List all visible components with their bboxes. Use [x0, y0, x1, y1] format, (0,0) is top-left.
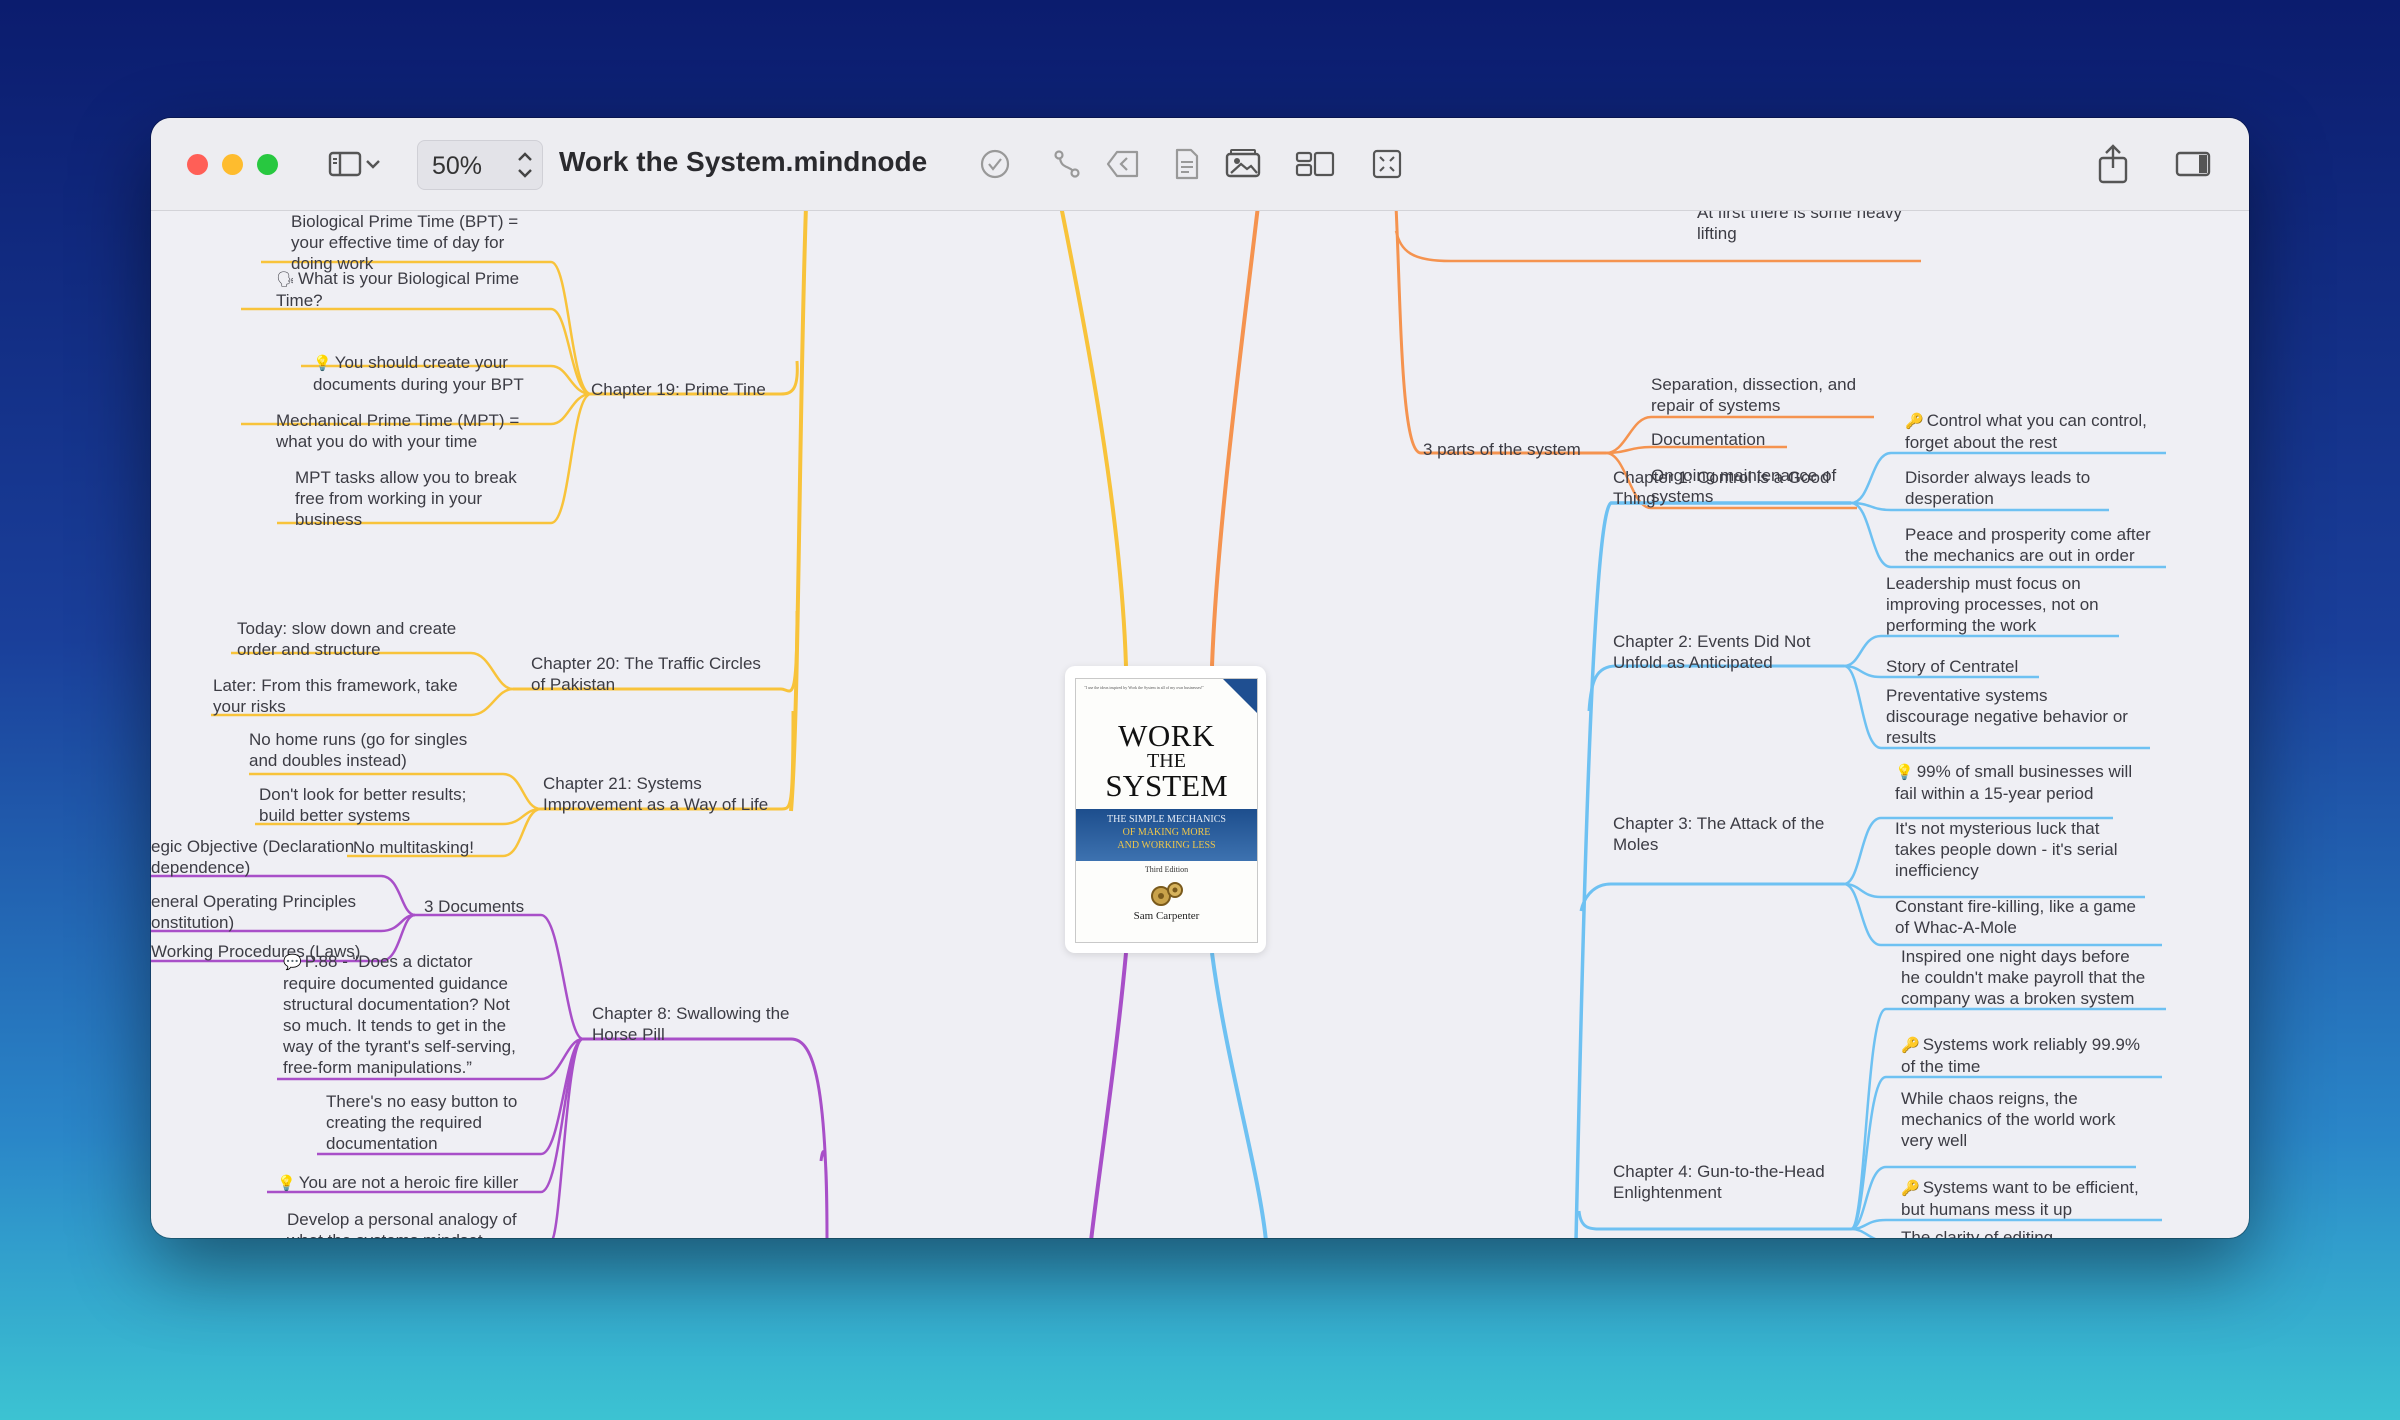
cover-subtitle-line-3: AND WORKING LESS [1117, 840, 1216, 851]
cover-subtitle-line-2: OF MAKING MORE [1122, 827, 1211, 838]
node-peace-prosperity[interactable]: Peace and prosperity come after the mech… [1905, 524, 2151, 566]
node-mpt-definition[interactable]: Mechanical Prime Time (MPT) = what you d… [276, 410, 519, 452]
central-node[interactable]: "I use the ideas inspired by Work the Sy… [1065, 666, 1266, 953]
node-chaos-reigns[interactable]: While chaos reigns, the mechanics of the… [1901, 1088, 2115, 1151]
node-chapter-19[interactable]: Chapter 19: Prime Tine [591, 379, 766, 400]
key-icon: 🔑 [1901, 1036, 1920, 1054]
book-cover-image: "I use the ideas inspired by Work the Sy… [1075, 678, 1258, 943]
checkmark-circle-icon[interactable] [973, 144, 1017, 184]
cover-subtitle-line-1: THE SIMPLE MECHANICS [1107, 814, 1226, 825]
focus-icon[interactable] [1365, 144, 1409, 184]
node-preventative-systems[interactable]: Preventative systems discourage negative… [1886, 685, 2128, 748]
speech-bubble-icon: 💬 [283, 953, 302, 971]
share-icon[interactable] [2091, 144, 2135, 184]
cover-author: Sam Carpenter [1133, 910, 1200, 922]
key-icon: 🔑 [1901, 1179, 1920, 1197]
toolbar: 50% Work the System.mindnode [151, 118, 2249, 211]
mindmap-canvas[interactable]: "I use the ideas inspired by Work the Sy… [151, 211, 2249, 1238]
node-disorder[interactable]: Disorder always leads to desperation [1905, 467, 2090, 509]
node-systems-reliable[interactable]: 🔑 Systems work reliably 99.9% of the time [1901, 1034, 2140, 1077]
chevron-down-icon[interactable] [361, 144, 385, 184]
lightbulb-icon: 💡 [1895, 763, 1914, 781]
node-99-percent[interactable]: 💡 99% of small businesses will fail withi… [1895, 761, 2132, 804]
cover-title-line-1: WORK [1118, 718, 1215, 753]
node-centratel[interactable]: Story of Centratel [1886, 656, 2018, 677]
node-leadership[interactable]: Leadership must focus on improving proce… [1886, 573, 2099, 636]
node-no-easy-button[interactable]: There's no easy button to creating the r… [326, 1091, 517, 1154]
node-chapter-20[interactable]: Chapter 20: The Traffic Circles of Pakis… [531, 653, 761, 695]
node-separation[interactable]: Separation, dissection, and repair of sy… [1651, 374, 1856, 416]
node-later-risks[interactable]: Later: From this framework, take your ri… [213, 675, 458, 717]
node-3-parts[interactable]: 3 parts of the system [1423, 439, 1581, 460]
node-personal-analogy[interactable]: Develop a personal analogy of what the s… [287, 1209, 517, 1238]
node-general-operating-principles[interactable]: eneral Operating Principles onstitution) [151, 891, 356, 933]
document-title: Work the System.mindnode [559, 146, 928, 177]
node-chapter-21[interactable]: Chapter 21: Systems Improvement as a Way… [543, 773, 768, 815]
node-chapter-2[interactable]: Chapter 2: Events Did Not Unfold as Anti… [1613, 631, 1810, 673]
app-window: 50% Work the System.mindnode "I use the … [151, 118, 2249, 1238]
node-today-slow-down[interactable]: Today: slow down and create order and st… [237, 618, 456, 660]
node-strategic-objective[interactable]: egic Objective (Declaration dependence) [151, 836, 354, 878]
node-mpt-tasks[interactable]: MPT tasks allow you to break free from w… [295, 467, 517, 530]
node-heavy-lifting[interactable]: At first there is some heavy lifting [1697, 211, 1902, 244]
minimize-window-button[interactable] [222, 154, 243, 175]
node-better-systems[interactable]: Don't look for better results; build bet… [259, 784, 466, 826]
node-not-heroic[interactable]: 💡 You are not a heroic fire killer [277, 1172, 518, 1194]
note-icon[interactable] [1165, 144, 1209, 184]
layout-icon[interactable] [1293, 144, 1337, 184]
node-chapter-8[interactable]: Chapter 8: Swallowing the Horse Pill [592, 1003, 790, 1045]
node-no-multitasking[interactable]: No multitasking! [353, 837, 474, 858]
zoom-window-button[interactable] [257, 154, 278, 175]
node-fire-killing[interactable]: Constant fire-killing, like a game of Wh… [1895, 896, 2136, 938]
cover-title-line-3: SYSTEM [1105, 768, 1228, 803]
zoom-stepper-icon[interactable] [516, 149, 534, 186]
cover-subtitle-band: THE SIMPLE MECHANICS OF MAKING MORE AND … [1076, 809, 1257, 861]
node-documentation[interactable]: Documentation [1651, 429, 1765, 450]
media-icon[interactable] [1221, 144, 1265, 184]
lightbulb-icon: 💡 [313, 354, 332, 372]
cover-edition: Third Edition [1144, 865, 1189, 874]
back-icon[interactable] [1101, 144, 1145, 184]
speech-bubble-icon: 🗣 [276, 270, 296, 288]
lightbulb-icon: 💡 [277, 1174, 296, 1192]
node-bpt-definition[interactable]: Biological Prime Time (BPT) = your effec… [291, 211, 518, 274]
gears-icon [1147, 880, 1187, 908]
node-control[interactable]: 🔑 Control what you can control, forget ab… [1905, 410, 2147, 453]
inspector-icon[interactable] [2171, 144, 2215, 184]
zoom-value: 50% [432, 152, 483, 180]
key-icon: 🔑 [1905, 412, 1924, 430]
node-3-documents[interactable]: 3 Documents [424, 896, 524, 917]
node-chapter-3[interactable]: Chapter 3: The Attack of the Moles [1613, 813, 1824, 855]
node-systems-efficient[interactable]: 🔑 Systems want to be efficient, but human… [1901, 1177, 2139, 1220]
node-dictator-quote[interactable]: 💬 P.88 - “Does a dictator require documen… [283, 951, 516, 1078]
node-serial-inefficiency[interactable]: It's not mysterious luck that takes peop… [1895, 818, 2117, 881]
node-bpt-question[interactable]: 🗣 What is your Biological Prime Time? [276, 268, 519, 311]
node-no-home-runs[interactable]: No home runs (go for singles and doubles… [249, 729, 467, 771]
connection-icon[interactable] [1045, 144, 1089, 184]
close-window-button[interactable] [187, 154, 208, 175]
node-bpt-documents[interactable]: 💡 You should create your documents during… [313, 352, 524, 395]
node-clarity-editing[interactable]: The clarity of editing... [1901, 1227, 2067, 1238]
node-inspired-one-night[interactable]: Inspired one night days before he couldn… [1901, 946, 2145, 1009]
zoom-control[interactable]: 50% [417, 140, 543, 190]
node-chapter-1[interactable]: Chapter 1: Control is a Good Thing [1613, 467, 1829, 509]
node-chapter-4[interactable]: Chapter 4: Gun-to-the-Head Enlightenment [1613, 1161, 1825, 1203]
